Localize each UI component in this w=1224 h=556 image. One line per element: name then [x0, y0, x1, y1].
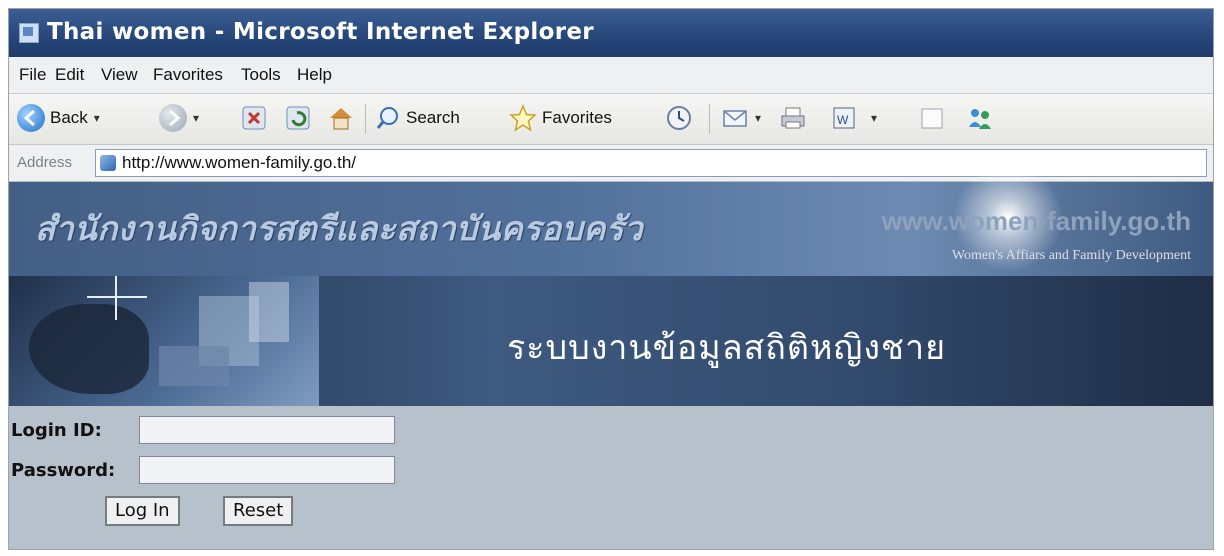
address-label: Address	[17, 154, 73, 171]
search-button[interactable]: Search	[375, 102, 460, 134]
login-id-label: Login ID:	[11, 420, 102, 441]
browser-window: Thai women - Microsoft Internet Explorer…	[8, 8, 1214, 550]
login-form: Login ID: Password: Log In Reset	[9, 406, 1213, 549]
mail-button[interactable]: ▾	[721, 102, 761, 134]
edit-button[interactable]: W ▾	[831, 102, 877, 134]
refresh-icon	[286, 106, 310, 130]
print-button[interactable]	[779, 102, 807, 134]
search-label: Search	[406, 108, 460, 127]
toolbar-separator	[365, 104, 366, 134]
messenger-icon	[969, 109, 991, 129]
history-icon	[667, 106, 691, 130]
password-input[interactable]	[139, 456, 395, 484]
toolbar-separator	[709, 104, 710, 134]
home-button[interactable]	[327, 102, 355, 134]
forward-dropdown-icon[interactable]: ▾	[193, 111, 199, 125]
back-dropdown-icon[interactable]: ▾	[94, 111, 100, 125]
forward-icon	[159, 104, 187, 132]
page-favicon-icon	[100, 155, 116, 171]
history-button[interactable]	[665, 102, 693, 134]
home-icon	[330, 108, 352, 130]
login-id-input[interactable]	[139, 416, 395, 444]
ie-window-icon	[19, 23, 39, 43]
reset-button[interactable]: Reset	[223, 496, 294, 526]
menu-favorites[interactable]: Favorites	[153, 65, 223, 85]
refresh-button[interactable]	[285, 102, 311, 134]
menu-edit[interactable]: Edit	[55, 65, 84, 85]
favorites-star-icon	[509, 104, 537, 132]
system-banner: ระบบงานข้อมูลสถิติหญิงชาย	[9, 276, 1213, 406]
mail-icon	[723, 110, 747, 127]
messenger-button[interactable]	[965, 102, 995, 134]
password-label: Password:	[11, 460, 116, 481]
site-header-banner: สำนักงานกิจการสตรีและสถาบันครอบครัว www.…	[9, 162, 1213, 276]
forward-button[interactable]: ▾	[159, 102, 199, 134]
menu-view[interactable]: View	[101, 65, 138, 85]
stop-icon	[242, 106, 266, 130]
toolbar: Back ▾ ▾ Search Favorites ▾ W ▾	[9, 94, 1213, 145]
stop-button[interactable]	[241, 102, 267, 134]
mail-dropdown-icon[interactable]: ▾	[755, 111, 761, 125]
menu-bar: File Edit View Favorites Tools Help	[9, 57, 1213, 94]
address-url: http://www.women-family.go.th/	[122, 153, 356, 172]
svg-text:W: W	[837, 113, 849, 127]
title-bar: Thai women - Microsoft Internet Explorer	[9, 9, 1213, 57]
site-subtitle: Women's Affiars and Family Development	[951, 248, 1191, 263]
banner-collage-image	[9, 276, 319, 406]
print-icon	[781, 107, 805, 129]
system-title: ระบบงานข้อมูลสถิติหญิงชาย	[507, 328, 947, 368]
window-title: Thai women - Microsoft Internet Explorer	[47, 19, 594, 45]
web-page: สำนักงานกิจการสตรีและสถาบันครอบครัว www.…	[9, 162, 1213, 549]
discuss-button[interactable]	[919, 102, 945, 134]
search-icon	[376, 107, 398, 129]
favorites-label: Favorites	[542, 108, 612, 127]
login-button[interactable]: Log In	[105, 496, 180, 526]
favorites-button[interactable]: Favorites	[509, 102, 612, 134]
edit-dropdown-icon[interactable]: ▾	[871, 111, 877, 125]
back-icon	[17, 104, 45, 132]
menu-tools[interactable]: Tools	[241, 65, 281, 85]
organization-title: สำนักงานกิจการสตรีและสถาบันครอบครัว	[35, 209, 644, 248]
back-button[interactable]: Back ▾	[17, 102, 100, 134]
site-url-logo: www.women-family.go.th	[881, 206, 1191, 236]
edit-icon: W	[833, 107, 855, 129]
back-label: Back	[50, 108, 88, 127]
page-icon	[921, 108, 943, 129]
menu-help[interactable]: Help	[297, 65, 332, 85]
menu-file[interactable]: File	[19, 65, 46, 85]
